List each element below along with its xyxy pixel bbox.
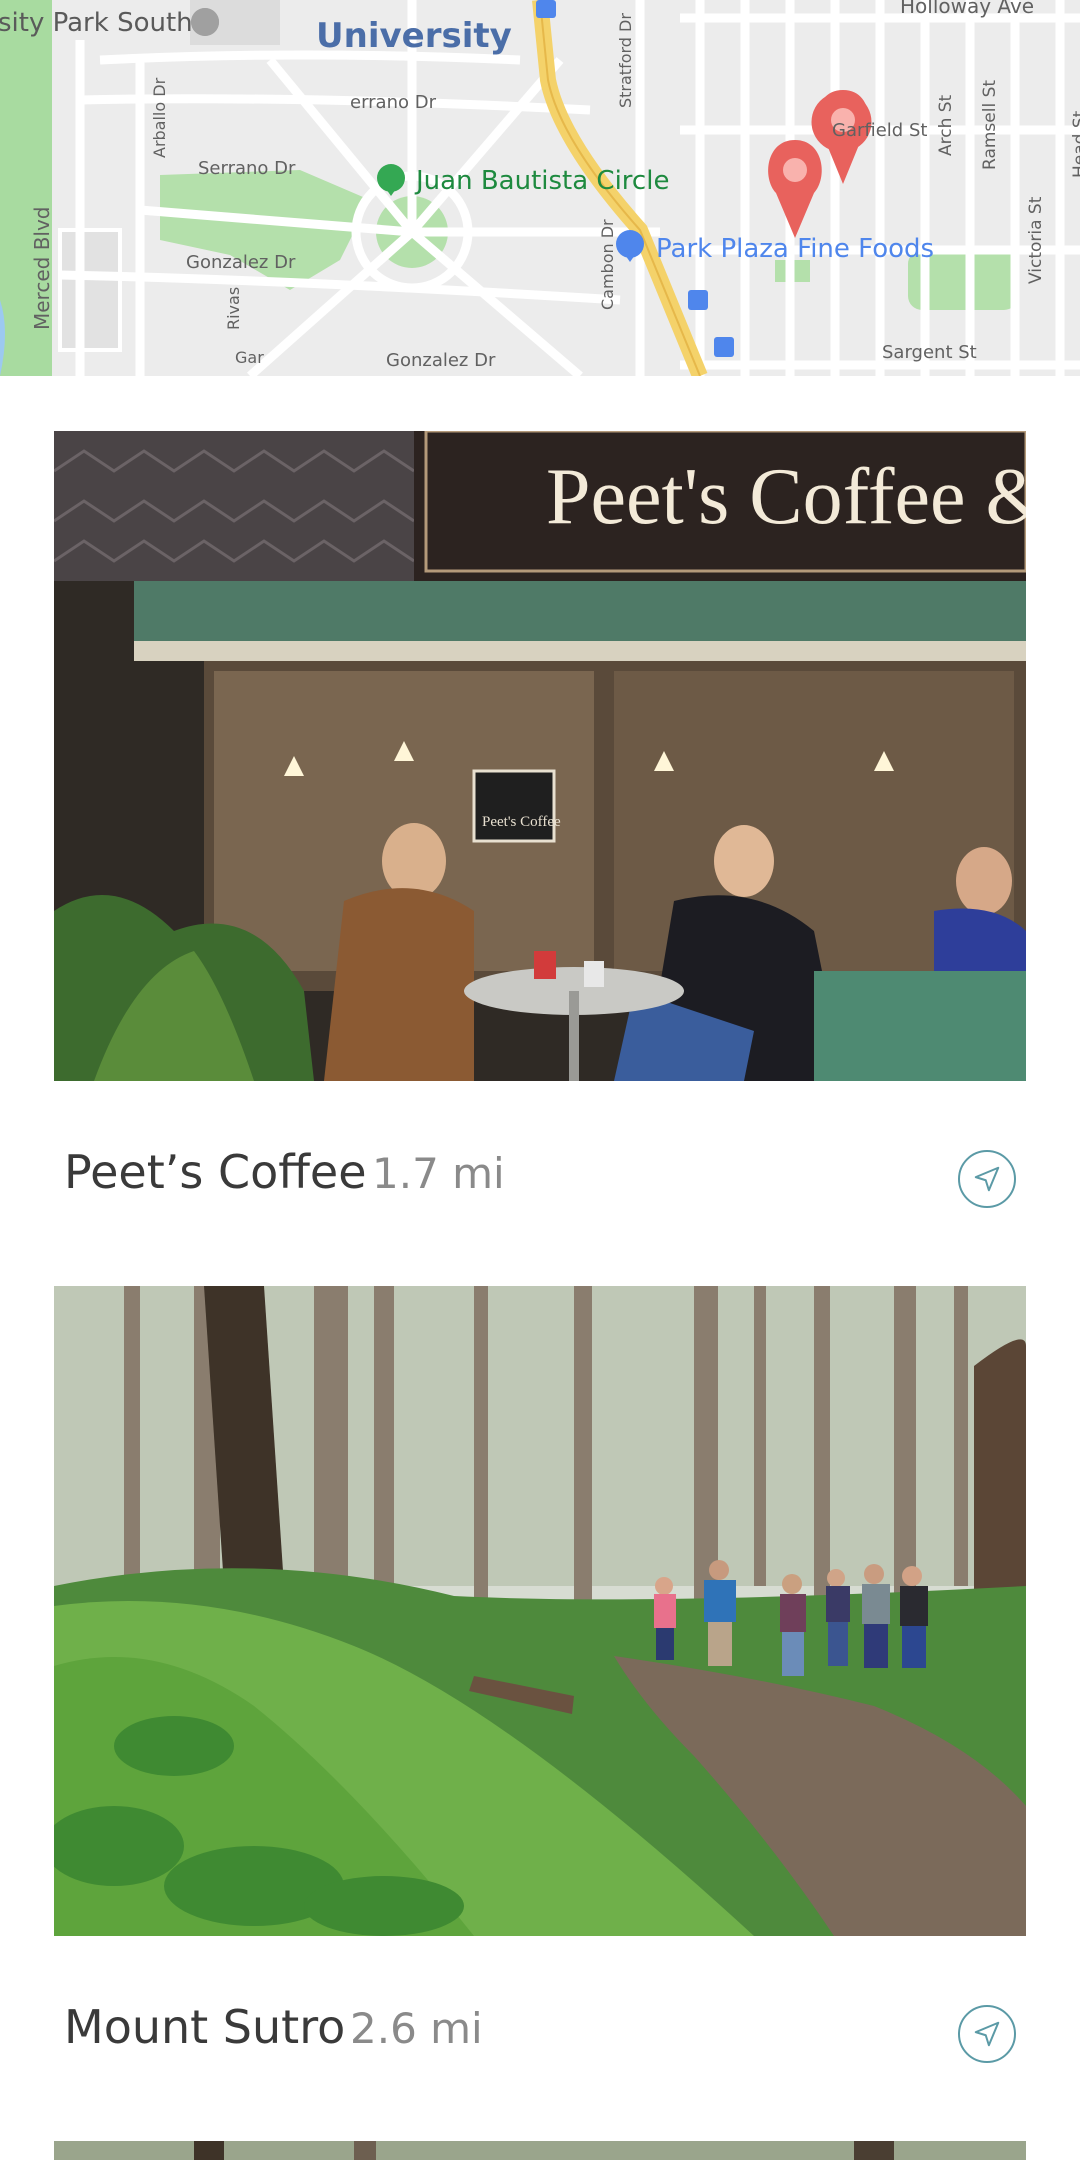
coffee-shop-photo: Peet's Coffee & Peet's Coffee [54, 431, 1026, 1081]
navigation-arrow-icon [974, 1166, 1000, 1192]
map-label-merced: Merced Blvd [30, 206, 54, 330]
map-label-victoria: Victoria St [1026, 196, 1046, 284]
forest-trail-photo [54, 1286, 1026, 1936]
map-label-holloway: Holloway Ave [900, 0, 1035, 18]
map-label-stratford: Stratford Dr [616, 13, 635, 108]
map-label-gar: Gar [235, 348, 264, 367]
map-label-rivas: Rivas [224, 286, 243, 330]
map-label-garfield: Garfield St [832, 120, 928, 141]
map-label-sargent: Sargent St [882, 342, 977, 363]
place-row-peets-coffee[interactable]: Peet’s Coffee 1.7 mi [54, 1101, 1026, 1261]
map-label-park-south: sity Park South [0, 8, 193, 38]
map-view[interactable]: sity Park South University Holloway Ave … [0, 0, 1080, 376]
place-photo-peets-coffee[interactable]: Peet's Coffee & Peet's Coffee [54, 431, 1026, 1081]
next-place-photo [54, 2141, 1026, 2160]
map-label-gonzalez-bottom: Gonzalez Dr [386, 350, 496, 371]
navigate-button[interactable] [958, 2005, 1016, 2063]
map-label-ramsell: Ramsell St [980, 79, 1000, 170]
cup-sign-text: Peet's Coffee [482, 814, 561, 830]
place-row-mount-sutro[interactable]: Mount Sutro 2.6 mi [54, 1956, 1026, 2116]
navigation-arrow-icon [974, 2021, 1000, 2047]
map-label-head: Head St [1070, 110, 1080, 178]
map-label-cambon: Cambon Dr [598, 219, 617, 310]
place-photo-next[interactable] [54, 2141, 1026, 2160]
map-label-arch: Arch St [936, 94, 956, 156]
place-name: Mount Sutro [64, 2000, 346, 2054]
map-label-park-plaza: Park Plaza Fine Foods [656, 234, 935, 264]
place-distance: 1.7 mi [372, 1149, 505, 1198]
place-photo-mount-sutro[interactable] [54, 1286, 1026, 1936]
place-name: Peet’s Coffee [64, 1145, 367, 1199]
map-label-serrano-dr-left: Serrano Dr [198, 158, 296, 179]
sign-text: Peet's Coffee & [546, 453, 1026, 541]
map-label-university: University [316, 16, 512, 56]
map-label-gonzalez: Gonzalez Dr [186, 252, 296, 273]
map-label-serrano-dr: errano Dr [350, 92, 436, 113]
map-label-arballo: Arballo Dr [150, 77, 169, 158]
navigate-button[interactable] [958, 1150, 1016, 1208]
map-label-juan-bautista: Juan Bautista Circle [416, 166, 670, 196]
place-distance: 2.6 mi [350, 2004, 483, 2053]
